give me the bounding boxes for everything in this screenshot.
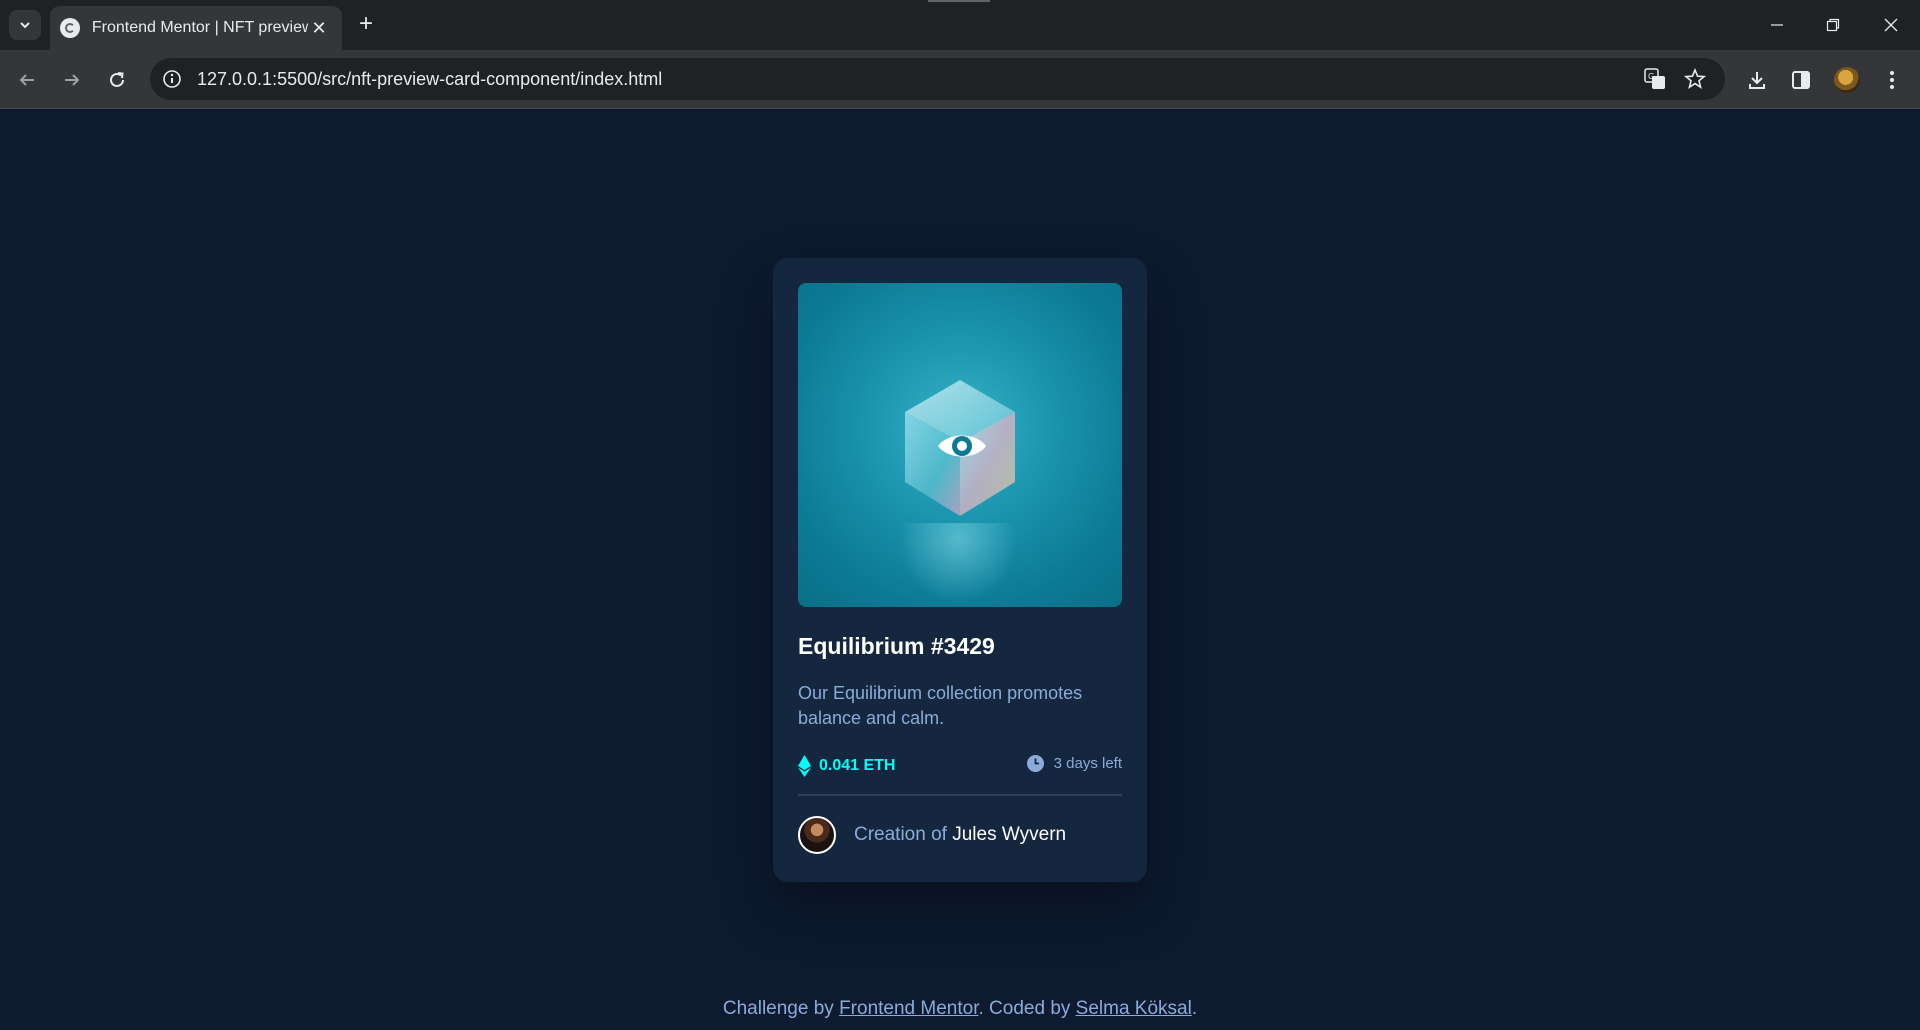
creator-prefix: Creation of <box>854 824 947 845</box>
price-value: 0.041 ETH <box>819 757 896 774</box>
minimize-button[interactable] <box>1762 10 1792 40</box>
profile-avatar[interactable] <box>1831 64 1863 96</box>
favicon-icon <box>60 18 80 38</box>
nft-title[interactable]: Equilibrium #3429 <box>798 633 995 660</box>
author-link[interactable]: Selma Köksal <box>1076 998 1192 1019</box>
download-icon[interactable] <box>1741 64 1773 96</box>
reload-button[interactable] <box>101 64 133 96</box>
cube-reflection <box>898 523 1018 603</box>
creator-name-link[interactable]: Jules Wyvern <box>952 824 1066 845</box>
ethereum-icon <box>798 755 811 777</box>
footer-suffix: . <box>1191 998 1198 1019</box>
new-tab-button[interactable]: + <box>353 12 379 38</box>
close-tab-icon[interactable]: ✕ <box>308 18 330 39</box>
price: 0.041 ETH <box>798 755 895 777</box>
svg-text:G: G <box>1648 72 1654 81</box>
footer-middle: . Coded by <box>978 998 1076 1019</box>
site-info-icon[interactable] <box>160 67 184 91</box>
creator-row: Creation of Jules Wyvern <box>798 816 1122 854</box>
browser-tab[interactable]: Frontend Mentor | NFT preview ✕ <box>50 6 342 50</box>
reload-icon <box>110 72 124 87</box>
tab-title: Frontend Mentor | NFT preview <box>91 19 309 36</box>
time-left-value: 3 days left <box>1053 755 1122 772</box>
translate-icon[interactable]: G <box>1643 67 1667 91</box>
tab-search-button[interactable] <box>9 10 41 40</box>
tab-strip: Frontend Mentor | NFT preview ✕ + <box>0 0 1920 50</box>
forward-button[interactable] <box>56 64 88 96</box>
browser-toolbar: 127.0.0.1:5500/src/nft-preview-card-comp… <box>0 50 1920 109</box>
eye-icon <box>938 435 986 457</box>
restore-button[interactable] <box>1818 10 1848 40</box>
chevron-down-icon <box>20 22 30 29</box>
close-window-button[interactable] <box>1876 10 1906 40</box>
time-left: 3 days left <box>1026 755 1122 772</box>
creator-text: Creation of Jules Wyvern <box>854 824 1066 846</box>
frontend-mentor-link[interactable]: Frontend Mentor <box>839 998 978 1019</box>
restore-icon <box>1826 18 1840 32</box>
more-vertical-icon[interactable] <box>1876 64 1908 96</box>
nft-card: Equilibrium #3429 Our Equilibrium collec… <box>773 258 1147 882</box>
footer-prefix: Challenge by <box>722 998 840 1019</box>
bookmark-star-icon[interactable] <box>1683 67 1707 91</box>
attribution-footer: Challenge by Frontend Mentor. Coded by S… <box>0 998 1920 1020</box>
creator-avatar <box>798 816 836 854</box>
minimize-icon <box>1771 24 1783 26</box>
close-icon <box>1884 18 1898 32</box>
tab-drag-indicator <box>928 0 990 2</box>
clock-icon <box>1026 755 1044 772</box>
arrow-right-icon <box>65 74 80 86</box>
page-content: Equilibrium #3429 Our Equilibrium collec… <box>0 110 1920 1030</box>
nft-description: Our Equilibrium collection promotes bala… <box>798 683 1083 728</box>
arrow-left-icon <box>19 74 34 86</box>
address-bar[interactable]: 127.0.0.1:5500/src/nft-preview-card-comp… <box>150 58 1725 100</box>
nft-image[interactable] <box>798 283 1122 607</box>
url-text[interactable]: 127.0.0.1:5500/src/nft-preview-card-comp… <box>197 69 662 90</box>
back-button[interactable] <box>11 64 43 96</box>
divider <box>798 794 1122 796</box>
price-time-row: 0.041 ETH 3 days left <box>798 755 1122 781</box>
side-panel-icon[interactable] <box>1785 64 1817 96</box>
